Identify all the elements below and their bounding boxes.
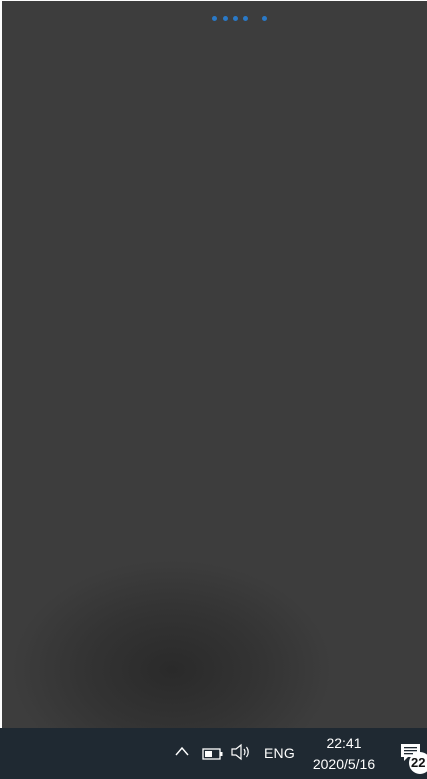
desktop-screen: ENG 22:41 2020/5/16 22 bbox=[0, 0, 427, 779]
loading-dot bbox=[233, 16, 238, 21]
loading-dot bbox=[243, 16, 248, 21]
notification-badge: 22 bbox=[409, 752, 427, 774]
loading-dot bbox=[223, 16, 228, 21]
clock-time: 22:41 bbox=[326, 735, 362, 751]
app-panel bbox=[2, 1, 427, 728]
clock[interactable]: 22:41 2020/5/16 bbox=[304, 733, 384, 775]
loading-dot bbox=[262, 16, 267, 21]
battery-icon[interactable] bbox=[202, 746, 224, 760]
loading-dots-icon bbox=[212, 16, 272, 22]
speaker-icon[interactable] bbox=[230, 743, 252, 761]
chevron-up-icon[interactable] bbox=[174, 743, 190, 759]
language-indicator[interactable]: ENG bbox=[264, 745, 295, 761]
clock-date: 2020/5/16 bbox=[312, 756, 376, 772]
loading-dot bbox=[212, 16, 217, 21]
